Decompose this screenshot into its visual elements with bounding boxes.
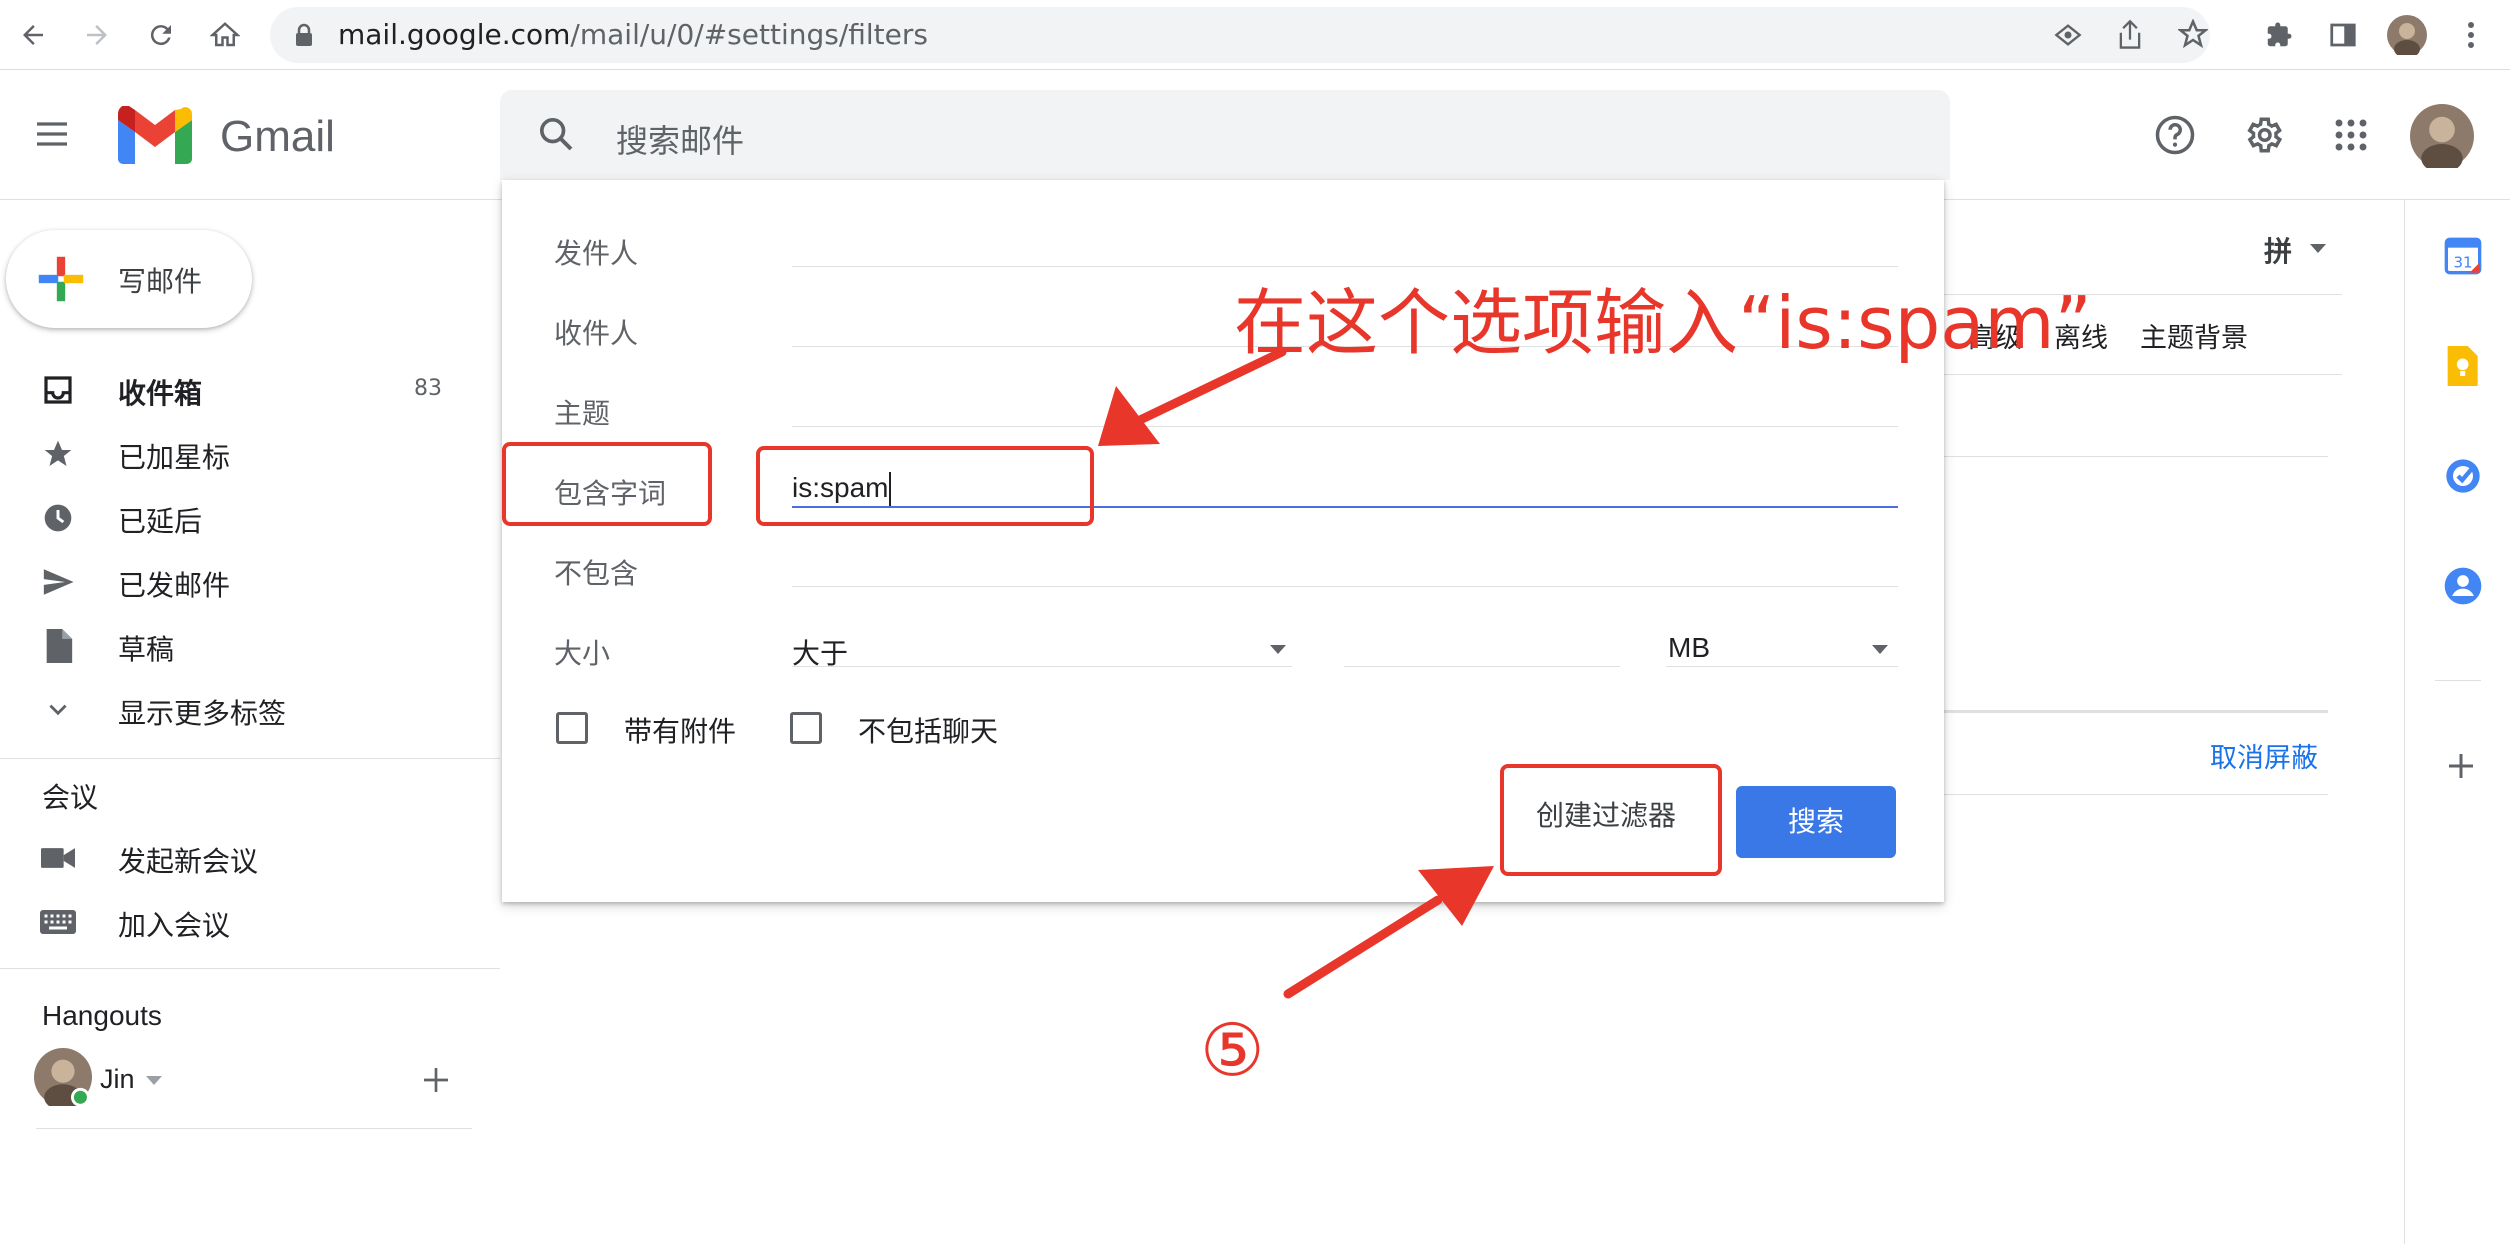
arrow-to-has-words-icon: [1098, 347, 1287, 446]
arrow-to-create-filter-icon: [1283, 866, 1494, 999]
annotation-arrows: [1098, 347, 1494, 999]
